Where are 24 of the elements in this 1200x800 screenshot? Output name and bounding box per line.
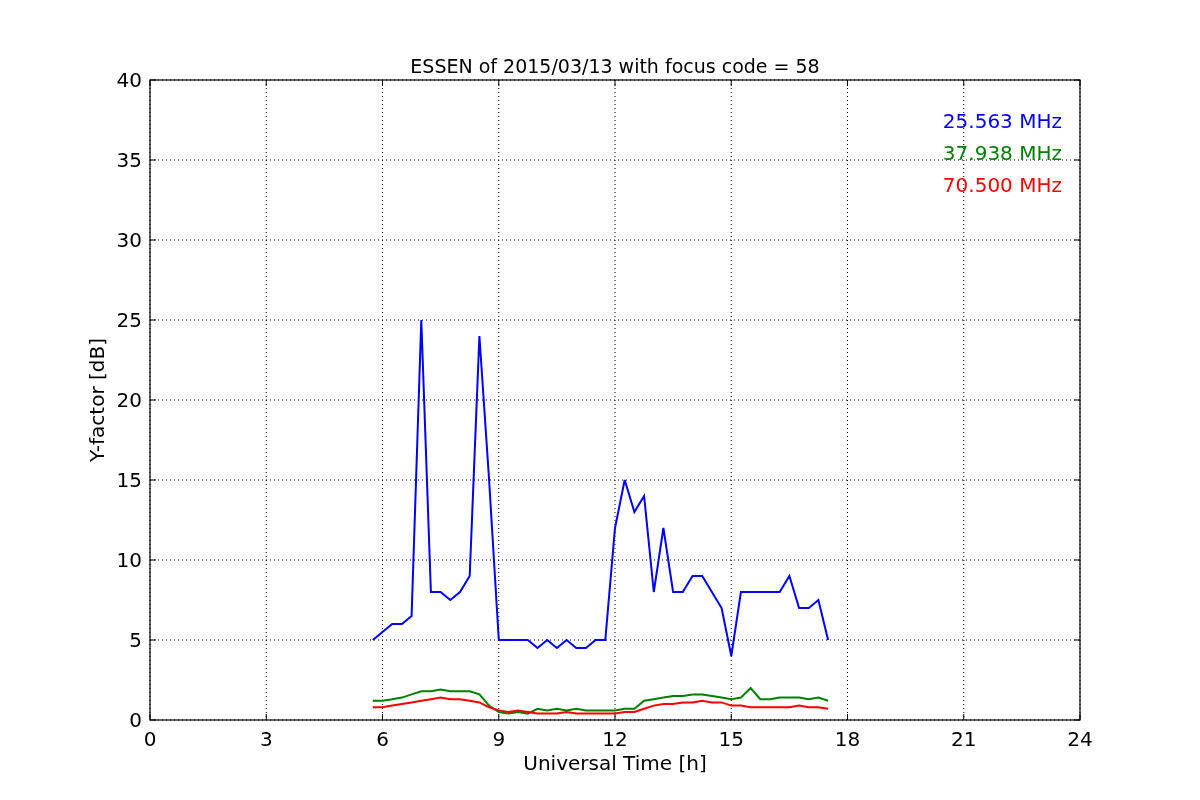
tick-label: 18 [834, 727, 861, 751]
tick-label: 9 [492, 727, 506, 751]
legend-label: 25.563 MHz [942, 109, 1062, 133]
tick-label: 35 [116, 148, 142, 172]
tick-label: 15 [116, 468, 142, 492]
tick-label: 30 [116, 228, 142, 252]
tick-label: 5 [129, 628, 142, 652]
tick-label: 24 [1067, 727, 1093, 751]
tick-label: 12 [602, 727, 628, 751]
tick-label: 40 [116, 68, 142, 92]
tick-label: 10 [116, 548, 142, 572]
chart-title: ESSEN of 2015/03/13 with focus code = 58 [410, 55, 820, 77]
tick-label: 25 [116, 308, 142, 332]
legend-label: 70.500 MHz [942, 173, 1062, 197]
tick-label: 0 [129, 708, 142, 732]
tick-label: 6 [376, 727, 389, 751]
tick-label: 21 [951, 727, 977, 751]
tick-label: 3 [259, 727, 273, 751]
axis-label: Universal Time [h] [523, 751, 707, 775]
axis-label: Y-factor [dB] [85, 338, 109, 462]
legend-label: 37.938 MHz [942, 141, 1062, 165]
tick-label: 15 [718, 727, 744, 751]
tick-label: 20 [116, 388, 142, 412]
tick-label: 0 [143, 727, 157, 751]
